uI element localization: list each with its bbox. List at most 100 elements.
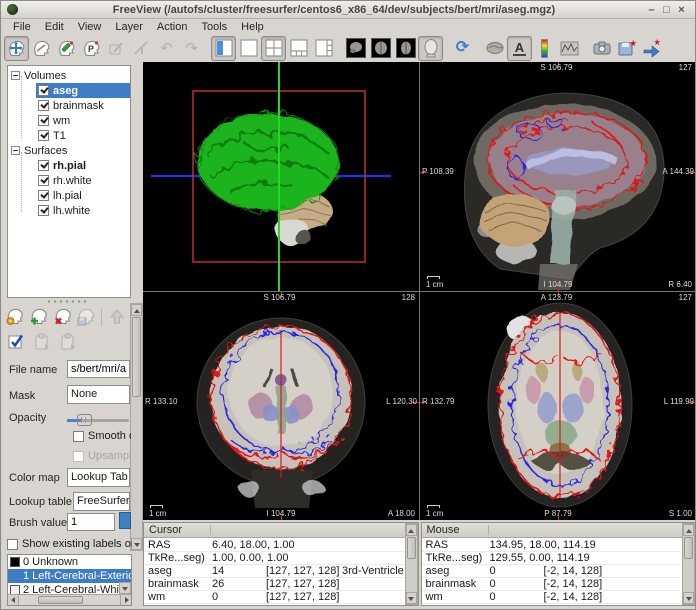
collapse-icon[interactable]: [11, 71, 20, 80]
show-all-layers-button[interactable]: [3, 330, 29, 354]
slider-handle[interactable]: [77, 414, 92, 426]
new-layer-button[interactable]: [3, 305, 27, 329]
layout-1n3-button[interactable]: [286, 36, 311, 61]
view-sagittal[interactable]: S 106.79 127 P 108.39 A 144.39 1 cm I 10…: [420, 62, 696, 291]
scrollbar-thumb[interactable]: [684, 537, 693, 559]
recon-edit-button[interactable]: P: [79, 36, 104, 61]
checkbox-checked-icon[interactable]: [38, 115, 49, 126]
panel-splitter-handle[interactable]: [46, 300, 86, 303]
redo-button[interactable]: ↷: [179, 36, 204, 61]
list-scroll-down-button[interactable]: [119, 582, 131, 594]
file-name-input[interactable]: [67, 360, 130, 378]
navigate-button[interactable]: [4, 36, 29, 61]
show-labels-checkbox[interactable]: Show existing labels or: [7, 538, 132, 550]
scroll-up-button[interactable]: [131, 304, 142, 316]
tree-item-aseg[interactable]: aseg: [36, 83, 130, 98]
brush-color-button[interactable]: [119, 512, 131, 529]
scrollbar-thumb[interactable]: [132, 317, 141, 397]
checkbox-checked-icon[interactable]: [38, 100, 49, 111]
menu-view[interactable]: View: [71, 20, 109, 34]
measure-button[interactable]: [29, 36, 54, 61]
show-surface-button[interactable]: [482, 36, 507, 61]
opacity-slider[interactable]: [67, 414, 129, 426]
refresh-button[interactable]: ⟳: [450, 36, 475, 61]
scroll-down-button[interactable]: [683, 592, 694, 604]
scrollbar-thumb[interactable]: [407, 537, 416, 559]
menu-action[interactable]: Action: [150, 20, 195, 34]
scrollbar-thumb[interactable]: [38, 596, 83, 604]
annotation-button[interactable]: A: [507, 36, 532, 61]
path-tool-button[interactable]: [129, 36, 154, 61]
tree-item-rh-pial[interactable]: rh.pial: [36, 158, 130, 173]
view-3d[interactable]: [143, 62, 419, 291]
view-coronal[interactable]: S 106.79 128 R 133.10 L 120.30 1 cm I 10…: [143, 292, 419, 520]
scroll-down-button[interactable]: [406, 592, 417, 604]
cursor-panel-scrollbar[interactable]: [405, 523, 418, 605]
scroll-up-button[interactable]: [683, 524, 694, 536]
layout-2x2-button[interactable]: [261, 36, 286, 61]
colorbar-button[interactable]: [532, 36, 557, 61]
collapse-icon[interactable]: [11, 146, 20, 155]
view-axial[interactable]: A 123.79 127 R 132.79 L 119.99 1 cm P 87…: [420, 292, 696, 520]
tree-item-brainmask[interactable]: brainmask: [36, 98, 130, 113]
voxel-edit-button[interactable]: [54, 36, 79, 61]
scroll-down-button[interactable]: [131, 538, 142, 550]
close-button[interactable]: ×: [674, 2, 689, 18]
paste-settings-button[interactable]: [55, 330, 81, 354]
close-layer-button[interactable]: [51, 305, 75, 329]
menu-file[interactable]: File: [6, 20, 38, 34]
properties-scrollbar[interactable]: [130, 303, 143, 551]
checkbox-checked-icon[interactable]: [38, 205, 49, 216]
tree-item-lh-pial[interactable]: lh.pial: [36, 188, 130, 203]
tree-item-rh-white[interactable]: rh.white: [36, 173, 130, 188]
mask-select[interactable]: None: [67, 385, 130, 404]
copy-settings-button[interactable]: [29, 330, 55, 354]
tree-group-surfaces[interactable]: Surfaces: [8, 143, 130, 158]
scroll-up-button[interactable]: [406, 524, 417, 536]
layout-panel-button[interactable]: [211, 36, 236, 61]
view-axial-button[interactable]: [393, 36, 418, 61]
checkbox-checked-icon[interactable]: [38, 130, 49, 141]
checkbox-checked-icon[interactable]: [38, 190, 49, 201]
view-3d-button[interactable]: [418, 36, 443, 61]
checkbox-icon[interactable]: [73, 431, 84, 442]
layout-1x1-button[interactable]: [236, 36, 261, 61]
goto-point-button[interactable]: [639, 36, 664, 61]
maximize-button[interactable]: □: [659, 2, 674, 18]
menu-edit[interactable]: Edit: [38, 20, 71, 34]
view-sagittal-button[interactable]: [343, 36, 368, 61]
undo-button[interactable]: ↶: [154, 36, 179, 61]
mouse-panel-scrollbar[interactable]: [682, 523, 695, 605]
screenshot-button[interactable]: [589, 36, 614, 61]
tree-group-volumes[interactable]: Volumes: [8, 68, 130, 83]
smooth-checkbox[interactable]: Smooth d: [73, 430, 131, 442]
load-layer-button[interactable]: [27, 305, 51, 329]
menu-tools[interactable]: Tools: [194, 20, 234, 34]
move-layer-up-button[interactable]: [105, 305, 129, 329]
checkbox-icon[interactable]: [73, 451, 84, 462]
color-map-select[interactable]: Lookup Tab: [67, 468, 130, 487]
save-pointset-button[interactable]: [614, 36, 639, 61]
layout-1n3h-button[interactable]: [311, 36, 336, 61]
upsample-checkbox[interactable]: Upsampl: [73, 450, 131, 462]
menu-layer[interactable]: Layer: [108, 20, 150, 34]
lookup-table-select[interactable]: FreeSurferC: [73, 492, 130, 511]
title-bar[interactable]: FreeView (/autofs/cluster/freesurfer/cen…: [1, 1, 695, 19]
pointset-edit-button[interactable]: [104, 36, 129, 61]
checkbox-checked-icon[interactable]: [38, 85, 49, 96]
minimize-button[interactable]: –: [644, 2, 659, 18]
checkbox-checked-icon[interactable]: [38, 160, 49, 171]
save-layer-button[interactable]: [74, 305, 98, 329]
view-coronal-button[interactable]: [368, 36, 393, 61]
tree-item-t1[interactable]: T1: [36, 128, 130, 143]
tree-item-lh-white[interactable]: lh.white: [36, 203, 130, 218]
checkbox-icon[interactable]: [7, 539, 18, 550]
scroll-left-button[interactable]: [8, 595, 19, 605]
scroll-right-button[interactable]: [120, 595, 131, 605]
brush-value-input[interactable]: [67, 513, 115, 531]
label-list-item[interactable]: 0 Unknown: [8, 555, 131, 569]
list-horizontal-scrollbar[interactable]: [8, 594, 131, 605]
tree-item-wm[interactable]: wm: [36, 113, 130, 128]
histogram-button[interactable]: [557, 36, 582, 61]
checkbox-checked-icon[interactable]: [38, 175, 49, 186]
